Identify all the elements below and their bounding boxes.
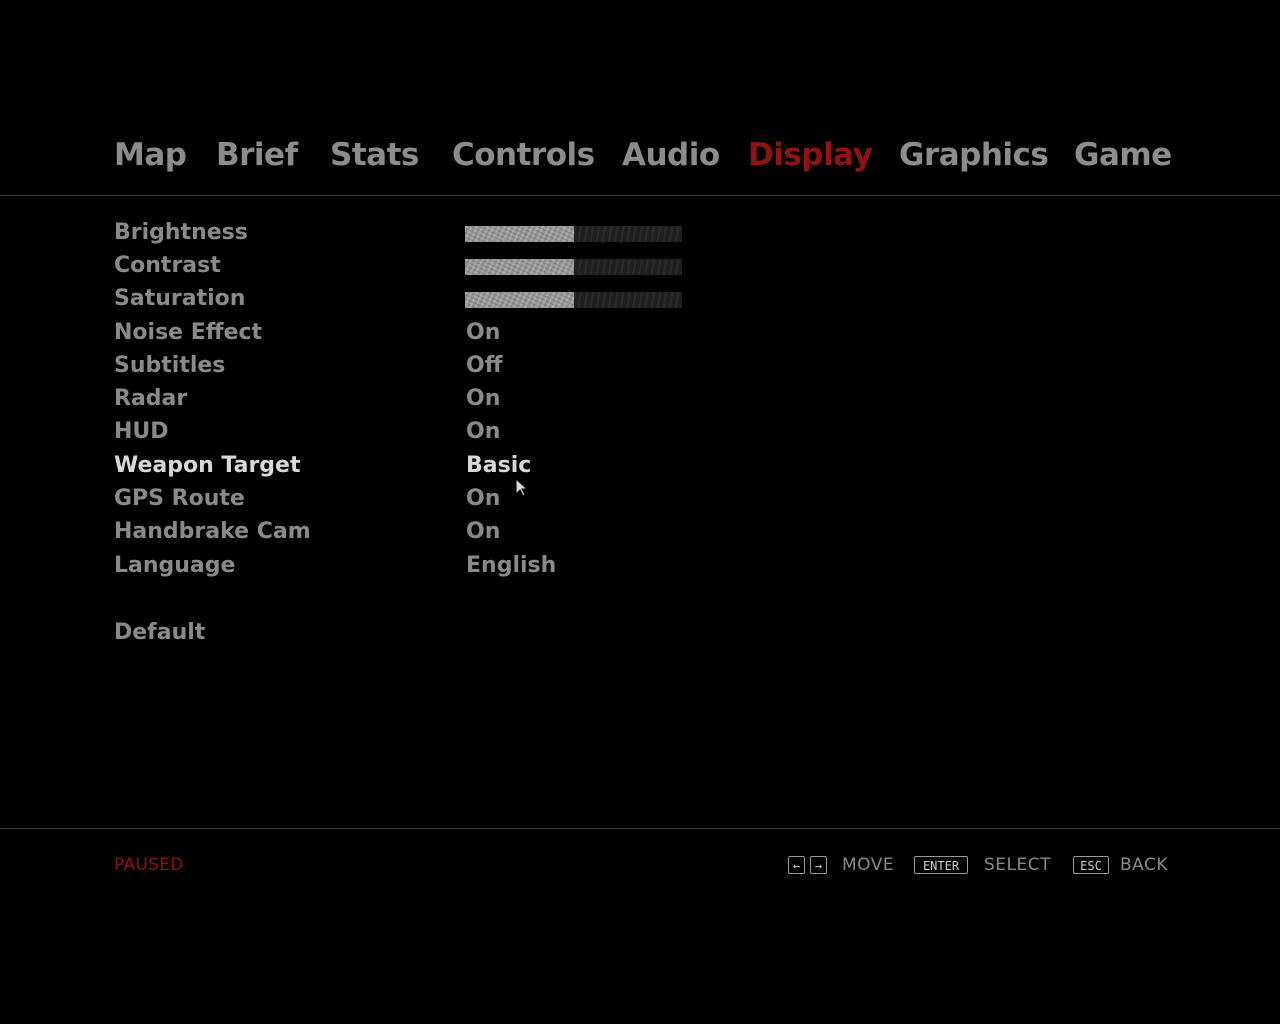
move-hint: MOVE — [842, 855, 895, 875]
setting-hud[interactable]: HUD On — [114, 417, 714, 447]
arrow-right-key-icon: → — [810, 856, 827, 874]
setting-value[interactable]: Off — [466, 351, 503, 381]
slider-fill — [465, 259, 574, 275]
setting-language[interactable]: Language English — [114, 551, 714, 581]
tab-audio[interactable]: Audio — [622, 133, 720, 177]
setting-brightness[interactable]: Brightness — [114, 218, 714, 248]
setting-subtitles[interactable]: Subtitles Off — [114, 351, 714, 381]
select-hint: SELECT — [984, 855, 1051, 875]
setting-value[interactable]: English — [466, 551, 556, 581]
setting-label: Noise Effect — [114, 320, 263, 345]
setting-label: HUD — [114, 419, 169, 444]
enter-key-icon: ENTER — [914, 856, 968, 874]
setting-handbrake-cam[interactable]: Handbrake Cam On — [114, 517, 714, 547]
setting-value[interactable]: On — [466, 484, 500, 514]
default-button[interactable]: Default — [114, 618, 205, 648]
esc-key-icon: ESC — [1073, 856, 1109, 874]
tab-stats[interactable]: Stats — [330, 133, 419, 177]
setting-value[interactable]: On — [466, 417, 500, 447]
setting-noise-effect[interactable]: Noise Effect On — [114, 318, 714, 348]
contrast-slider[interactable] — [465, 259, 682, 275]
setting-label: Saturation — [114, 286, 246, 311]
setting-weapon-target[interactable]: Weapon Target Basic — [114, 451, 714, 481]
bottom-divider — [0, 828, 1280, 829]
setting-value[interactable]: On — [466, 318, 500, 348]
tab-display[interactable]: Display — [748, 133, 873, 177]
setting-contrast[interactable]: Contrast — [114, 251, 714, 281]
tab-game[interactable]: Game — [1074, 133, 1172, 177]
slider-fill — [465, 226, 574, 242]
setting-value[interactable]: On — [466, 517, 500, 547]
setting-label: Weapon Target — [114, 453, 301, 478]
setting-label: Radar — [114, 386, 188, 411]
paused-status: PAUSED — [114, 855, 184, 875]
brightness-slider[interactable] — [465, 226, 682, 242]
tab-map[interactable]: Map — [114, 133, 187, 177]
setting-label: Brightness — [114, 220, 248, 245]
setting-value[interactable]: On — [466, 384, 500, 414]
mouse-cursor-icon — [515, 478, 529, 497]
back-hint: BACK — [1120, 855, 1169, 875]
arrow-left-key-icon: ← — [788, 856, 805, 874]
tab-controls[interactable]: Controls — [452, 133, 595, 177]
slider-track — [573, 226, 682, 242]
top-divider — [0, 195, 1280, 196]
slider-track — [573, 259, 682, 275]
setting-label: Contrast — [114, 253, 221, 278]
setting-label: GPS Route — [114, 486, 245, 511]
setting-saturation[interactable]: Saturation — [114, 284, 714, 314]
setting-value[interactable]: Basic — [466, 451, 531, 481]
setting-radar[interactable]: Radar On — [114, 384, 714, 414]
menu-tabs: Map Brief Stats Controls Audio Display G… — [114, 133, 1174, 177]
saturation-slider[interactable] — [465, 292, 682, 308]
tab-graphics[interactable]: Graphics — [899, 133, 1049, 177]
setting-label: Handbrake Cam — [114, 519, 311, 544]
setting-gps-route[interactable]: GPS Route On — [114, 484, 714, 514]
slider-fill — [465, 292, 574, 308]
slider-track — [573, 292, 682, 308]
tab-brief[interactable]: Brief — [216, 133, 298, 177]
setting-label: Subtitles — [114, 353, 226, 378]
setting-label: Language — [114, 553, 236, 578]
